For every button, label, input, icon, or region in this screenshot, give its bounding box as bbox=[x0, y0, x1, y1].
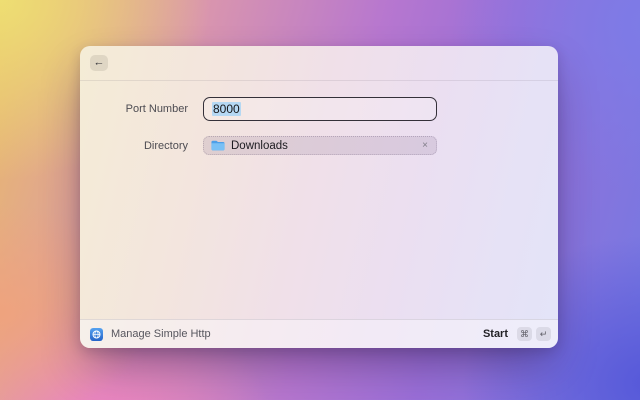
extension-window: ← Port Number 8000 Directory Downloads ×… bbox=[80, 46, 558, 348]
action-bar: Manage Simple Http Start ⌘ ↵ bbox=[80, 319, 558, 348]
back-arrow-icon: ← bbox=[93, 56, 105, 68]
command-title: Manage Simple Http bbox=[111, 328, 211, 340]
port-number-value: 8000 bbox=[212, 102, 241, 116]
return-key-icon: ↵ bbox=[536, 327, 551, 341]
folder-icon bbox=[211, 140, 225, 151]
globe-app-icon bbox=[90, 327, 103, 341]
directory-picker[interactable]: Downloads × bbox=[203, 136, 437, 155]
start-action-button[interactable]: Start ⌘ ↵ bbox=[479, 325, 551, 343]
form-row-port: Port Number 8000 bbox=[80, 97, 558, 121]
directory-label: Directory bbox=[143, 139, 188, 152]
action-bar-left: Manage Simple Http bbox=[90, 327, 211, 341]
window-header: ← bbox=[80, 46, 558, 81]
back-button[interactable]: ← bbox=[90, 55, 108, 71]
directory-value: Downloads bbox=[231, 139, 288, 152]
form-area: Port Number 8000 Directory Downloads × bbox=[80, 81, 558, 319]
command-key-icon: ⌘ bbox=[517, 327, 532, 341]
port-number-label: Port Number bbox=[125, 103, 188, 115]
form-row-directory: Directory Downloads × bbox=[80, 136, 558, 155]
desktop-background: ← Port Number 8000 Directory Downloads ×… bbox=[0, 0, 640, 400]
port-number-input[interactable]: 8000 bbox=[203, 97, 437, 121]
remove-directory-icon[interactable]: × bbox=[421, 140, 429, 151]
start-label: Start bbox=[482, 328, 508, 340]
